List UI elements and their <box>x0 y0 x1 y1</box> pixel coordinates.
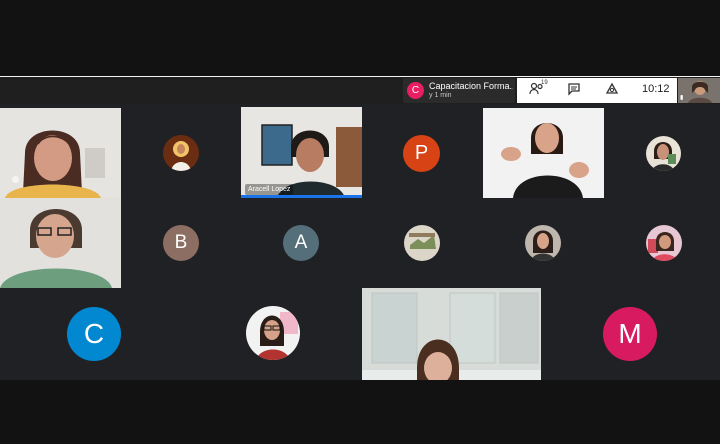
meeting-info-chip[interactable]: C Capacitacion Forma... y 1 min <box>403 78 515 103</box>
meeting-title: Capacitacion Forma... <box>429 81 513 91</box>
participant-avatar-picture[interactable] <box>646 136 681 171</box>
participant-name-label: Aracell Lopez <box>245 184 294 195</box>
top-divider <box>0 76 720 77</box>
activities-icon[interactable] <box>605 82 623 98</box>
bottom-letterbox <box>0 380 720 444</box>
meeting-avatar: C <box>407 82 424 99</box>
participants-icon[interactable]: 19 <box>529 80 548 98</box>
meeting-duration: y 1 min <box>429 92 452 99</box>
participant-avatar-picture[interactable] <box>646 225 682 261</box>
participant-avatar-letter[interactable]: A <box>283 225 319 261</box>
participant-avatar-picture[interactable] <box>163 135 199 171</box>
top-letterbox <box>0 0 720 76</box>
participant-video-tile-active[interactable]: Aracell Lopez <box>241 107 362 198</box>
microphone-indicator <box>12 176 19 183</box>
participant-video-tile-interpreter[interactable] <box>483 108 604 198</box>
participants-count: 19 <box>541 80 548 86</box>
active-speaker-indicator <box>241 195 362 198</box>
participant-video-tile[interactable] <box>362 288 541 380</box>
chat-icon[interactable] <box>567 82 585 98</box>
signal-icon: ▮ <box>680 95 684 101</box>
participant-video-tile[interactable] <box>0 108 121 198</box>
participant-avatar-picture[interactable] <box>525 225 561 261</box>
participant-avatar-letter[interactable]: C <box>67 307 121 361</box>
clock: 10:12 <box>642 83 670 95</box>
participant-avatar-picture[interactable] <box>404 225 440 261</box>
participant-avatar-letter[interactable]: P <box>403 135 440 172</box>
participant-avatar-picture[interactable] <box>246 306 300 360</box>
participant-video-tile[interactable] <box>0 198 121 288</box>
participant-avatar-letter[interactable]: B <box>163 225 199 261</box>
participant-avatar-letter[interactable]: M <box>603 307 657 361</box>
self-view-thumbnail[interactable]: ▮ <box>678 78 720 103</box>
